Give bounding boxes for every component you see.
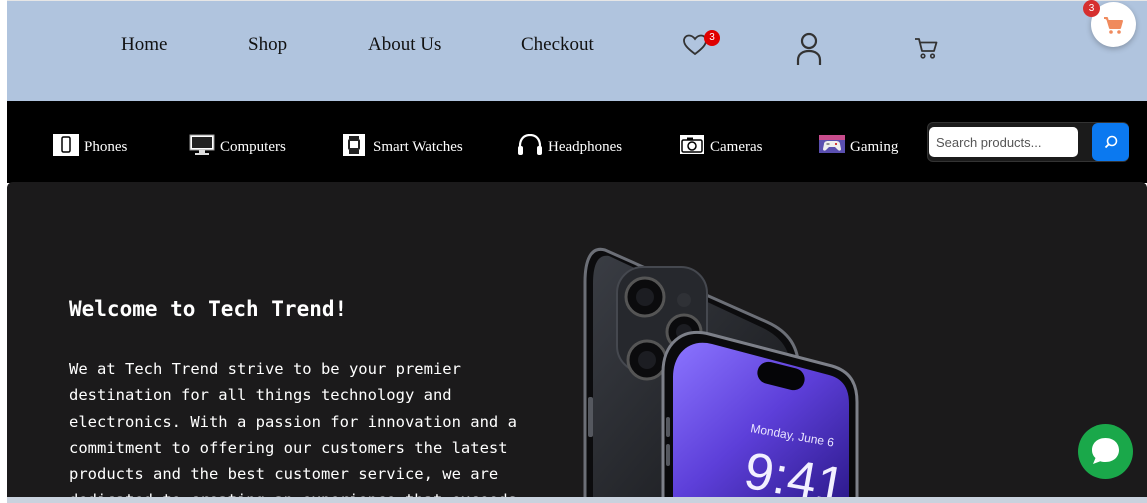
nav-shop-link[interactable]: Shop xyxy=(248,34,287,56)
top-navbar: Home Shop About Us Checkout 3 xyxy=(7,0,1147,101)
gaming-icon xyxy=(819,135,845,153)
phone-product-image: Monday, June 6 9:41 xyxy=(583,247,859,497)
hero-title: Welcome to Tech Trend! xyxy=(69,297,348,321)
headphones-icon xyxy=(518,134,542,155)
chat-bubble-icon xyxy=(1092,438,1119,464)
account-button[interactable] xyxy=(796,32,822,66)
category-headphones[interactable]: Headphones xyxy=(517,128,622,156)
category-bar: Phones Computers Smart Watches Headphone… xyxy=(7,101,1147,183)
category-label: Headphones xyxy=(548,139,623,155)
hero-section: Welcome to Tech Trend! We at Tech Trend … xyxy=(7,182,1147,497)
chat-button[interactable] xyxy=(1078,424,1133,479)
cart-icon xyxy=(915,38,938,59)
wishlist-button[interactable]: 3 xyxy=(682,30,720,57)
nav-home-link[interactable]: Home xyxy=(121,34,167,56)
hero-description: We at Tech Trend strive to be your premi… xyxy=(69,360,517,497)
category-smart-watches[interactable]: Smart Watches xyxy=(342,128,463,156)
wishlist-count-badge: 3 xyxy=(704,30,720,46)
search-input[interactable] xyxy=(929,127,1078,157)
search-button[interactable] xyxy=(1092,123,1129,161)
category-phones[interactable]: Phones xyxy=(53,128,127,156)
category-computers[interactable]: Computers xyxy=(189,128,286,156)
category-label: Gaming xyxy=(850,139,899,155)
category-label: Phones xyxy=(84,139,128,155)
user-icon xyxy=(796,32,822,65)
phone-icon xyxy=(53,134,79,156)
floating-cart-button[interactable]: 3 xyxy=(1083,0,1136,47)
floating-cart-count-badge: 3 xyxy=(1083,0,1100,17)
nav-about-link[interactable]: About Us xyxy=(368,34,441,56)
page: Home Shop About Us Checkout 3 Phones Com… xyxy=(7,0,1147,503)
bottom-edge xyxy=(7,497,1147,503)
category-label: Smart Watches xyxy=(373,139,463,155)
nav-checkout-link[interactable]: Checkout xyxy=(521,34,594,56)
category-label: Computers xyxy=(220,139,286,155)
category-gaming[interactable]: Gaming xyxy=(819,128,898,156)
smartwatch-icon xyxy=(343,134,365,156)
category-cameras[interactable]: Cameras xyxy=(679,128,762,156)
cart-button[interactable] xyxy=(914,36,939,60)
camera-icon xyxy=(680,135,704,154)
category-label: Cameras xyxy=(710,139,763,155)
search-icon xyxy=(1104,135,1117,149)
computer-icon xyxy=(189,134,215,155)
